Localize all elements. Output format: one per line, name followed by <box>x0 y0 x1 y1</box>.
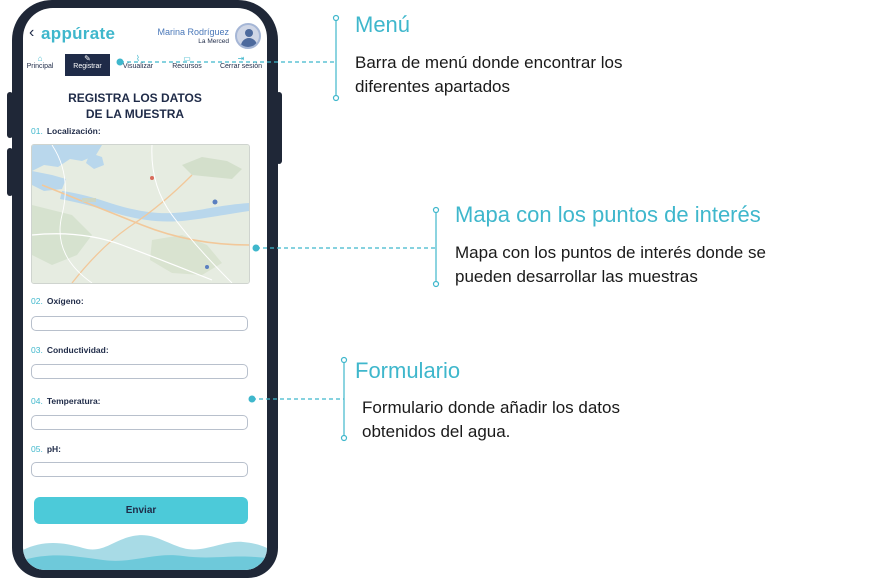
annotation-title-menu: Menú <box>355 12 411 37</box>
annotation-desc-map: Mapa con los puntos de interés donde se … <box>455 241 766 289</box>
annotation-desc-line: pueden desarrollar las muestras <box>455 267 698 286</box>
annotation-desc-form: Formulario donde añadir los datos obteni… <box>362 396 620 444</box>
annotation-desc-line: Mapa con los puntos de interés donde se <box>455 243 766 262</box>
annotation-desc-line: diferentes apartados <box>355 77 510 96</box>
annotation-desc-line: obtenidos del agua. <box>362 422 511 441</box>
annotation-desc-menu: Barra de menú donde encontrar los difere… <box>355 51 622 99</box>
annotation-desc-line: Formulario donde añadir los datos <box>362 398 620 417</box>
annotation-title-form: Formulario <box>355 358 461 383</box>
annotation-desc-line: Barra de menú donde encontrar los <box>355 53 623 72</box>
annotation-title-map: Mapa con los puntos de interés <box>455 202 761 227</box>
